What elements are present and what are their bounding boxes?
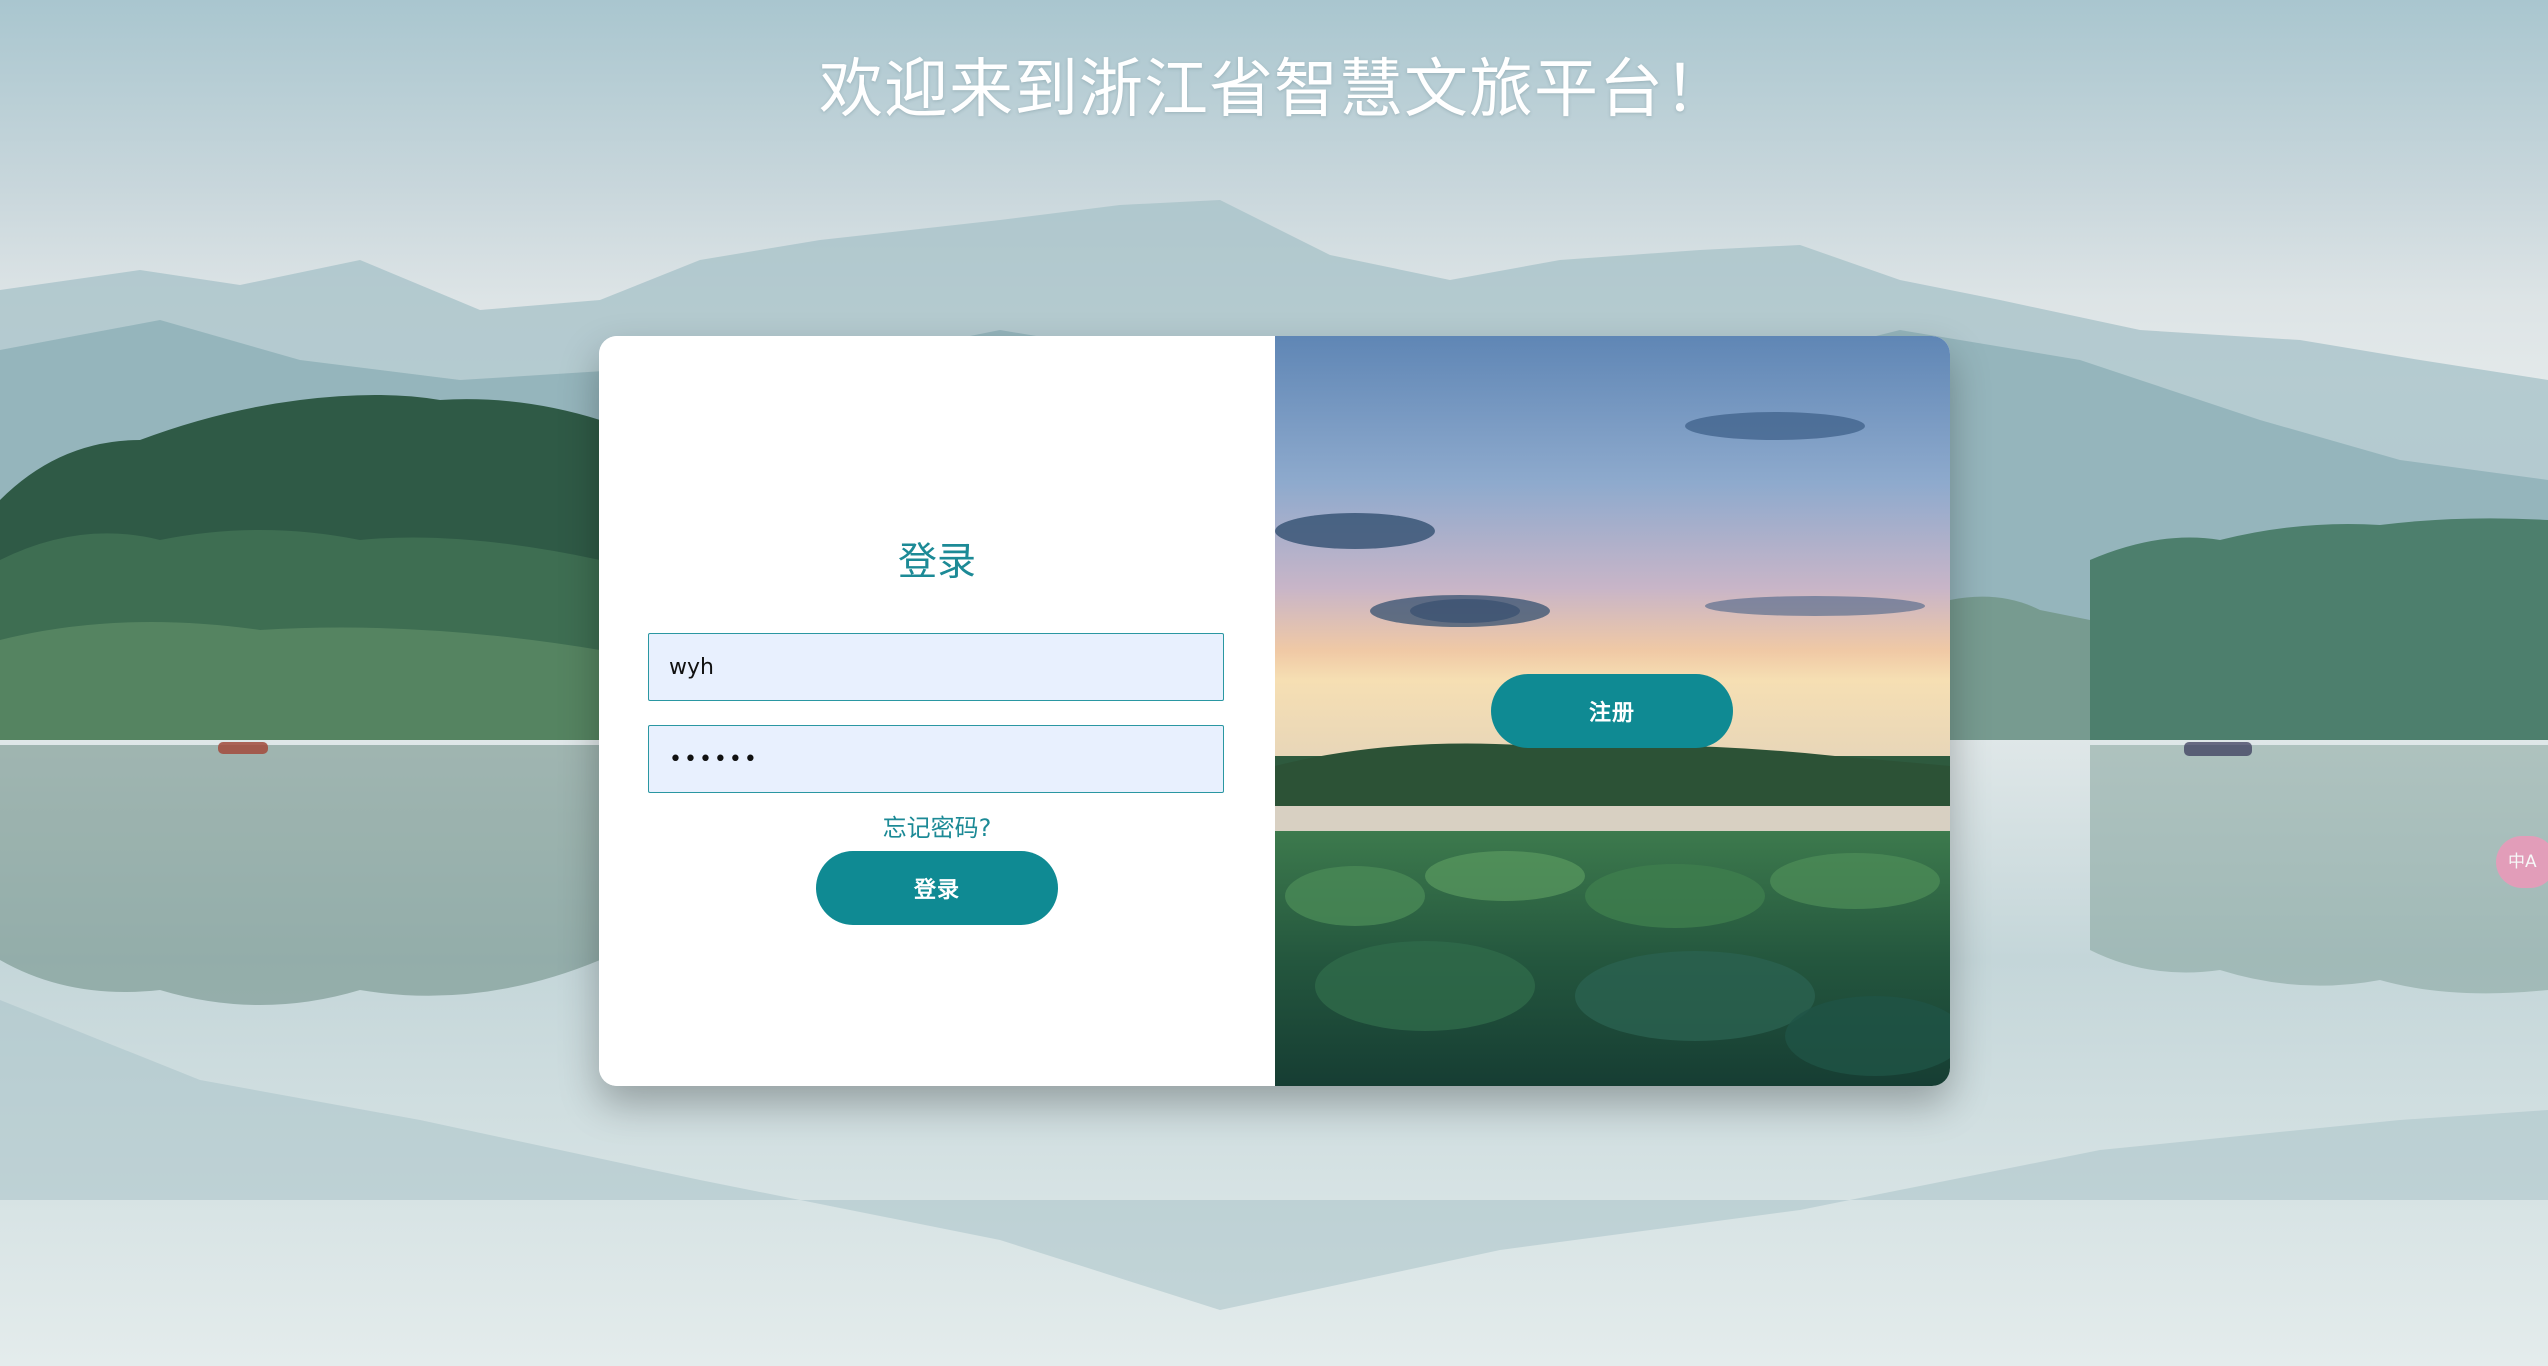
register-button[interactable]: 注册 — [1491, 674, 1733, 748]
login-button[interactable]: 登录 — [816, 851, 1058, 925]
page-title: 欢迎来到浙江省智慧文旅平台！ — [819, 53, 1729, 127]
forgot-password-link[interactable]: 忘记密码? — [599, 808, 1275, 843]
translate-icon[interactable]: 中A — [2496, 836, 2548, 888]
auth-card: 登录 忘记密码? 登录 — [599, 336, 1950, 1086]
password-input[interactable] — [648, 725, 1224, 793]
username-input[interactable] — [648, 633, 1224, 701]
login-title: 登录 — [897, 540, 976, 585]
register-panel: 注册 — [1275, 336, 1950, 1086]
login-panel: 登录 忘记密码? 登录 — [599, 336, 1275, 1086]
